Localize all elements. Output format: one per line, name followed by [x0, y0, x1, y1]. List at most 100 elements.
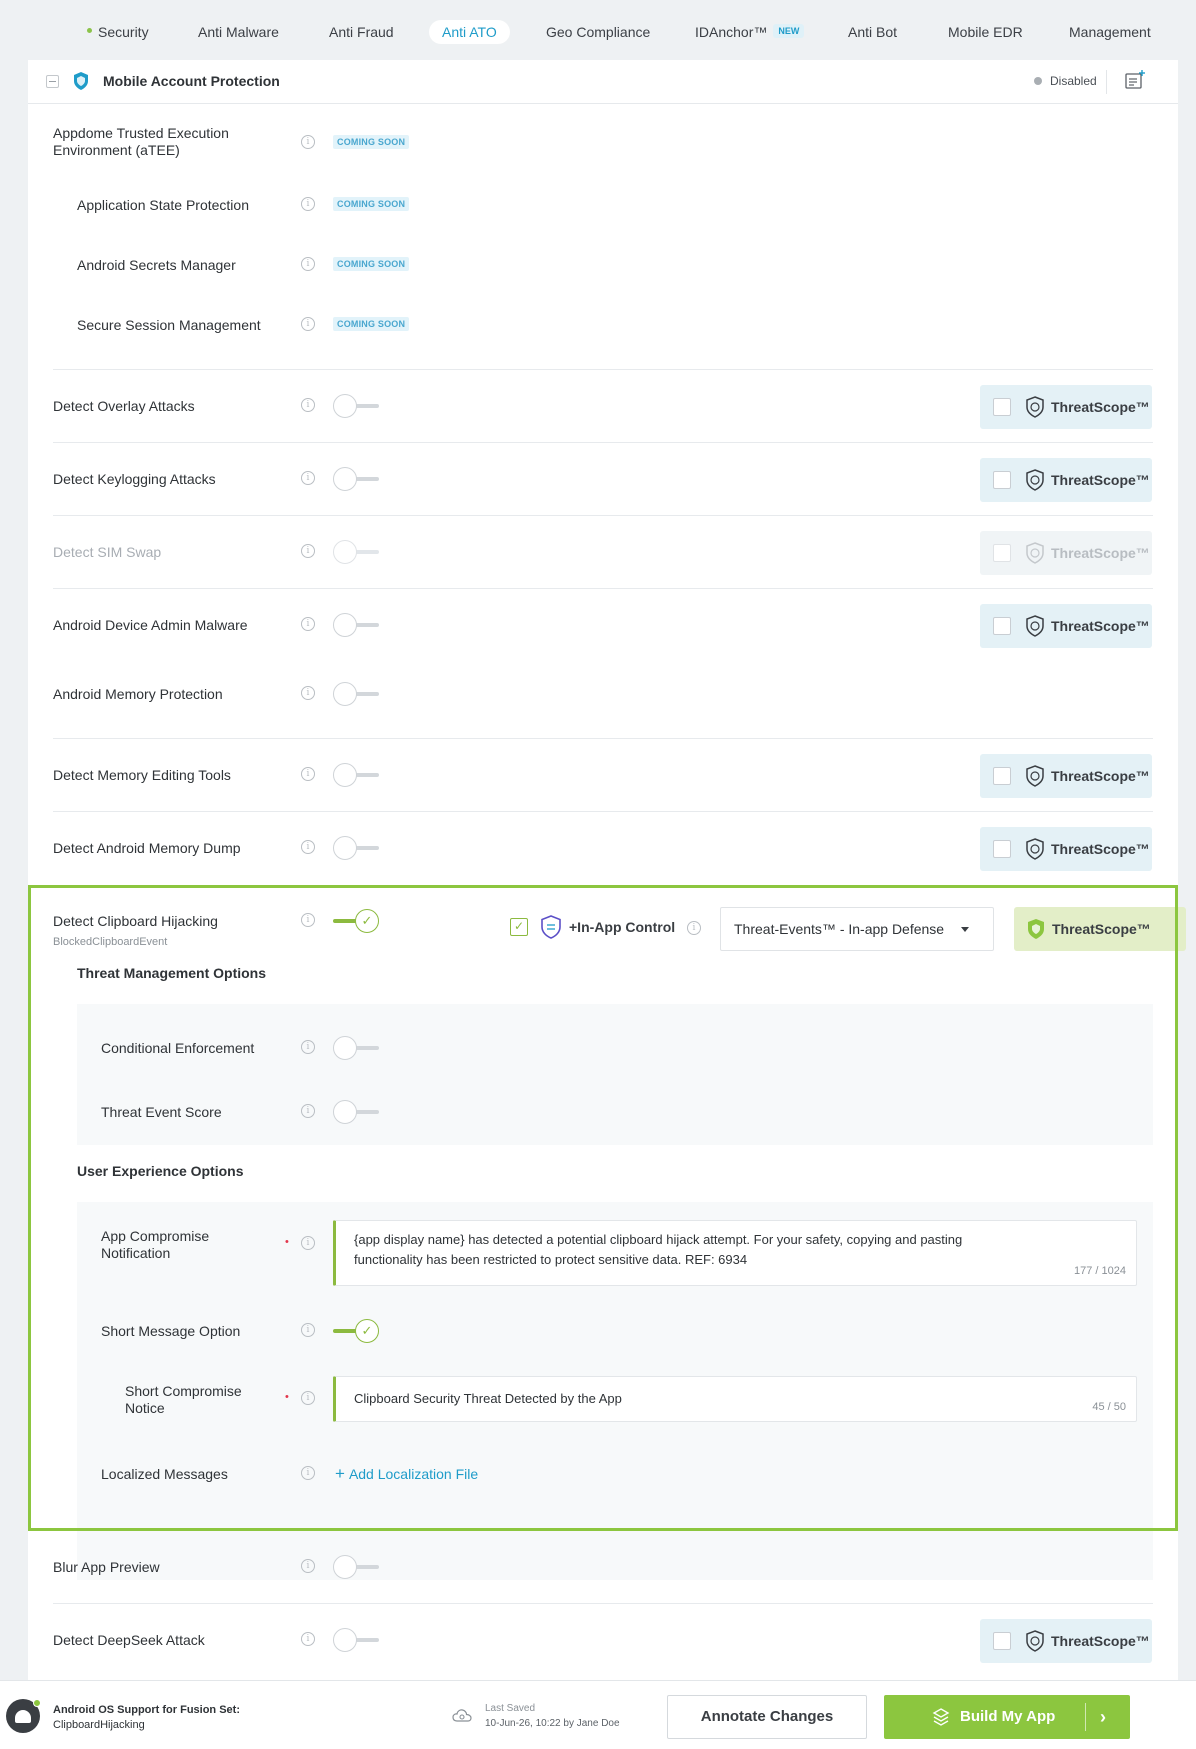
tab-geo-compliance[interactable]: Geo Compliance: [533, 20, 663, 44]
deepseek-toggle[interactable]: [333, 1628, 379, 1652]
threatscope-button[interactable]: ThreatScope™: [980, 604, 1152, 648]
tab-anti-ato[interactable]: Anti ATO: [429, 20, 510, 44]
blur-toggle[interactable]: [333, 1555, 379, 1579]
divider: [53, 442, 1153, 443]
build-my-app-button[interactable]: Build My App ›: [884, 1695, 1130, 1739]
status-dot-icon: [1034, 77, 1042, 85]
info-icon[interactable]: i: [301, 840, 315, 854]
info-icon[interactable]: i: [301, 257, 315, 271]
threatscope-checkbox[interactable]: [993, 398, 1011, 416]
row-label-atee: Appdome Trusted Execution Environment (a…: [53, 125, 229, 158]
threatscope-shield-icon: [1026, 615, 1044, 637]
threatscope-button[interactable]: ThreatScope™: [980, 754, 1152, 798]
divider: [53, 369, 1153, 370]
android-icon: [6, 1699, 41, 1733]
top-tab-bar: Security Anti Malware Anti Fraud Anti AT…: [0, 0, 1196, 60]
support-title: Android OS Support for Fusion Set:: [53, 1704, 240, 1716]
keylog-toggle[interactable]: [333, 467, 379, 491]
memedit-toggle[interactable]: [333, 763, 379, 787]
row-label-session: Secure Session Management: [77, 317, 261, 333]
row-label-memdump: Detect Android Memory Dump: [53, 840, 241, 856]
overlay-toggle[interactable]: [333, 394, 379, 418]
threatscope-button[interactable]: ThreatScope™: [980, 385, 1152, 429]
info-icon[interactable]: i: [301, 197, 315, 211]
chevron-right-icon[interactable]: ›: [1100, 1695, 1106, 1739]
threatscope-checkbox[interactable]: [993, 1632, 1011, 1650]
threatscope-shield-icon: [1026, 765, 1044, 787]
info-icon[interactable]: i: [301, 135, 315, 149]
threatscope-checkbox[interactable]: [993, 767, 1011, 785]
info-icon[interactable]: i: [301, 471, 315, 485]
tab-idanchor[interactable]: IDAnchor™ NEW: [682, 20, 817, 44]
status-dot-icon: [87, 27, 92, 33]
threatscope-shield-icon: [1026, 1630, 1044, 1652]
build-icon: [932, 1708, 950, 1726]
status-text: Disabled: [1050, 74, 1097, 88]
last-saved-value: 10-Jun-26, 10:22 by Jane Doe: [485, 1718, 620, 1729]
threatscope-shield-icon: [1026, 396, 1044, 418]
tab-anti-malware[interactable]: Anti Malware: [185, 20, 292, 44]
new-badge: NEW: [773, 24, 805, 39]
threatscope-shield-icon: [1026, 838, 1044, 860]
row-label-memprot: Android Memory Protection: [53, 686, 223, 702]
divider: [1106, 70, 1107, 94]
row-label-admin: Android Device Admin Malware: [53, 617, 248, 633]
threatscope-checkbox[interactable]: [993, 471, 1011, 489]
info-icon[interactable]: i: [301, 544, 315, 558]
row-label-app-state: Application State Protection: [77, 197, 249, 213]
divider: [53, 811, 1153, 812]
tab-management[interactable]: Management: [1056, 20, 1164, 44]
tab-security[interactable]: Security: [74, 20, 162, 44]
row-label-deepseek: Detect DeepSeek Attack: [53, 1632, 205, 1648]
coming-soon-badge: COMING SOON: [333, 197, 410, 211]
threatscope-button[interactable]: ThreatScope™: [980, 531, 1152, 575]
info-icon[interactable]: i: [301, 398, 315, 412]
footer-bar: Android OS Support for Fusion Set: Clipb…: [0, 1680, 1196, 1749]
build-label: Build My App: [960, 1708, 1056, 1725]
threatscope-shield-icon: [1026, 542, 1044, 564]
threatscope-checkbox[interactable]: [993, 840, 1011, 858]
tab-anti-bot[interactable]: Anti Bot: [835, 20, 910, 44]
divider: [53, 515, 1153, 516]
tab-anti-fraud[interactable]: Anti Fraud: [316, 20, 407, 44]
threatscope-button[interactable]: ThreatScope™: [980, 827, 1152, 871]
collapse-icon[interactable]: [46, 75, 59, 88]
info-icon[interactable]: i: [301, 686, 315, 700]
row-label-memedit: Detect Memory Editing Tools: [53, 767, 231, 783]
add-note-icon[interactable]: [1124, 69, 1146, 91]
threatscope-shield-icon: [1026, 469, 1044, 491]
memdump-toggle[interactable]: [333, 836, 379, 860]
memprot-toggle[interactable]: [333, 682, 379, 706]
cloud-sync-icon: [452, 1709, 472, 1722]
info-icon[interactable]: i: [301, 617, 315, 631]
info-icon[interactable]: i: [301, 1632, 315, 1646]
sim-toggle[interactable]: [333, 540, 379, 564]
section-title: Mobile Account Protection: [103, 73, 280, 89]
row-label-blur: Blur App Preview: [53, 1559, 160, 1575]
tab-mobile-edr[interactable]: Mobile EDR: [935, 20, 1036, 44]
divider: [53, 588, 1153, 589]
coming-soon-badge: COMING SOON: [333, 135, 410, 149]
coming-soon-badge: COMING SOON: [333, 257, 410, 271]
info-icon[interactable]: i: [301, 767, 315, 781]
divider: [53, 1603, 1153, 1604]
divider: [53, 738, 1153, 739]
annotate-changes-button[interactable]: Annotate Changes: [667, 1695, 867, 1739]
threatscope-button[interactable]: ThreatScope™: [980, 458, 1152, 502]
admin-toggle[interactable]: [333, 613, 379, 637]
row-label-overlay: Detect Overlay Attacks: [53, 398, 195, 414]
row-label-secrets: Android Secrets Manager: [77, 257, 236, 273]
last-saved-label: Last Saved: [485, 1703, 536, 1714]
support-name: ClipboardHijacking: [53, 1719, 145, 1731]
shield-icon: [74, 72, 88, 90]
threatscope-button[interactable]: ThreatScope™: [980, 1619, 1152, 1663]
selected-feature-highlight: [28, 885, 1178, 1531]
coming-soon-badge: COMING SOON: [333, 317, 410, 331]
section-header: Mobile Account Protection Disabled: [28, 60, 1178, 104]
divider: [1085, 1703, 1086, 1731]
row-label-sim: Detect SIM Swap: [53, 544, 162, 560]
info-icon[interactable]: i: [301, 317, 315, 331]
threatscope-checkbox[interactable]: [993, 544, 1011, 562]
info-icon[interactable]: i: [301, 1559, 315, 1573]
threatscope-checkbox[interactable]: [993, 617, 1011, 635]
